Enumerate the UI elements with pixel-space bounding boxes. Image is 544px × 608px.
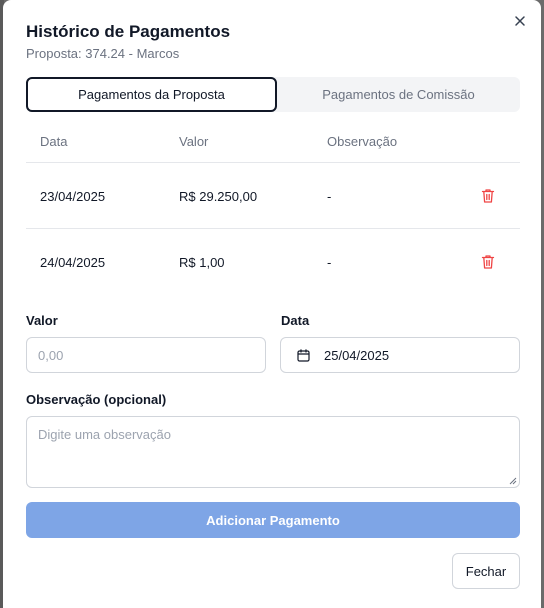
column-header-value: Valor bbox=[179, 134, 209, 149]
column-header-date: Data bbox=[40, 134, 68, 149]
date-value: 25/04/2025 bbox=[324, 347, 390, 363]
cell-value: R$ 1,00 bbox=[179, 255, 225, 270]
cell-value: R$ 29.250,00 bbox=[179, 189, 258, 204]
table-header: Data Valor Observação bbox=[26, 120, 520, 163]
trash-icon[interactable] bbox=[481, 254, 495, 270]
calendar-icon bbox=[297, 348, 310, 362]
resize-handle-icon[interactable] bbox=[509, 477, 517, 485]
close-icon[interactable] bbox=[513, 14, 527, 28]
payment-history-dialog: Histórico de Pagamentos Proposta: 374.24… bbox=[3, 0, 541, 608]
tab-proposal-payments[interactable]: Pagamentos da Proposta bbox=[26, 77, 277, 112]
trash-icon[interactable] bbox=[481, 188, 495, 204]
valor-input[interactable]: 0,00 bbox=[26, 337, 266, 373]
add-payment-button[interactable]: Adicionar Pagamento bbox=[26, 502, 520, 538]
table-row: 23/04/2025 R$ 29.250,00 - bbox=[26, 163, 520, 229]
observacao-label: Observação (opcional) bbox=[26, 392, 167, 407]
close-button[interactable]: Fechar bbox=[452, 553, 520, 589]
date-picker[interactable]: 25/04/2025 bbox=[280, 337, 520, 373]
valor-label: Valor bbox=[26, 313, 58, 328]
observacao-textarea[interactable]: Digite uma observação bbox=[26, 416, 520, 488]
dialog-title: Histórico de Pagamentos bbox=[26, 22, 231, 41]
observacao-placeholder: Digite uma observação bbox=[38, 427, 171, 442]
tabs: Pagamentos da Proposta Pagamentos de Com… bbox=[26, 77, 520, 112]
cell-date: 23/04/2025 bbox=[40, 189, 106, 204]
dialog-subtitle: Proposta: 374.24 - Marcos bbox=[26, 46, 180, 61]
table-row: 24/04/2025 R$ 1,00 - bbox=[26, 229, 520, 295]
cell-date: 24/04/2025 bbox=[40, 255, 106, 270]
column-header-observation: Observação bbox=[327, 134, 398, 149]
valor-placeholder: 0,00 bbox=[38, 347, 64, 363]
tab-commission-payments[interactable]: Pagamentos de Comissão bbox=[277, 77, 520, 112]
data-label: Data bbox=[281, 313, 310, 328]
cell-observation: - bbox=[327, 255, 332, 270]
payments-table: Data Valor Observação 23/04/2025 R$ 29.2… bbox=[26, 120, 520, 295]
cell-observation: - bbox=[327, 189, 332, 204]
